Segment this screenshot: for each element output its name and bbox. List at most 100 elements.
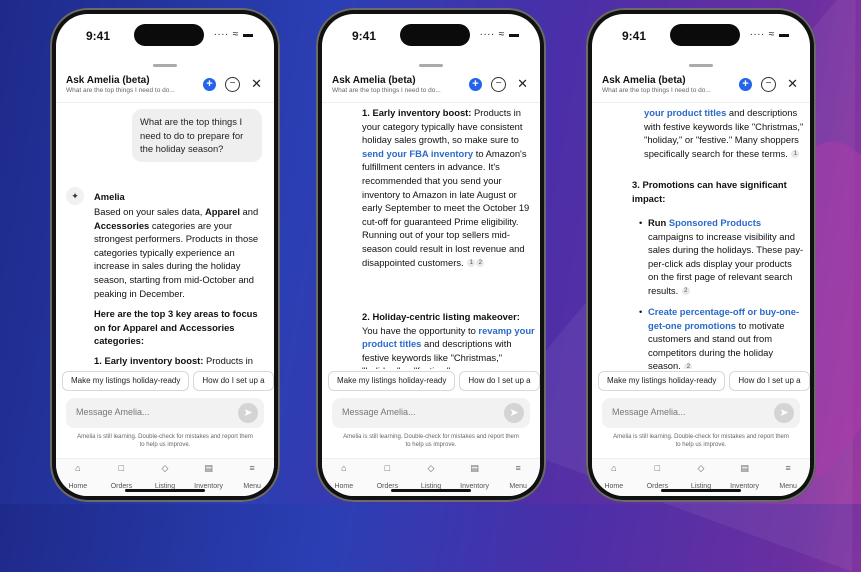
- message-input[interactable]: Message Amelia... ➤: [332, 398, 530, 428]
- citation-badge[interactable]: 1: [791, 150, 800, 159]
- orders-icon: □: [384, 463, 391, 473]
- signal-wifi-battery-icon: ∙∙∙∙ ≈ ▬: [749, 29, 790, 40]
- disclaimer-text: Amelia is still learning. Double-check f…: [613, 434, 789, 448]
- suggestion-chip[interactable]: How do I set up a: [459, 371, 540, 391]
- minimize-icon[interactable]: −: [225, 77, 240, 92]
- new-chat-plus-icon[interactable]: +: [739, 78, 752, 91]
- amelia-response-paragraph: Based on your sales data, Apparel and Ac…: [94, 206, 259, 299]
- suggestion-chips: Make my listings holiday-ready How do I s…: [62, 370, 274, 391]
- chat-header: Ask Amelia (beta) What are the top thing…: [322, 72, 540, 103]
- tab-home[interactable]: ⌂ Home: [56, 459, 100, 496]
- amelia-bullet-item: • Run Sponsored Products campaigns to inc…: [639, 217, 804, 296]
- tab-menu[interactable]: ≡ Menu: [230, 459, 274, 496]
- send-icon[interactable]: ➤: [774, 403, 794, 423]
- status-bar: 9:41 ∙∙∙∙ ≈ ▬: [592, 14, 810, 50]
- signal-wifi-battery-icon: ∙∙∙∙ ≈ ▬: [479, 29, 520, 40]
- citation-badge[interactable]: 2: [681, 287, 690, 296]
- status-time: 9:41: [86, 29, 111, 43]
- suggestion-chip[interactable]: How do I set up a: [193, 371, 274, 391]
- amelia-name: Amelia: [94, 191, 125, 202]
- menu-icon: ≡: [515, 463, 521, 473]
- disclaimer-text: Amelia is still learning. Double-check f…: [343, 434, 519, 448]
- phone-screen: 9:41 ∙∙∙∙ ≈ ▬ Ask Amelia (beta) What are…: [592, 14, 810, 496]
- message-input[interactable]: Message Amelia... ➤: [66, 398, 264, 428]
- suggestion-chip[interactable]: How do I set up a: [729, 371, 810, 391]
- chat-subtitle: What are the top things I need to do...: [332, 87, 441, 94]
- suggestion-chips: Make my listings holiday-ready How do I s…: [598, 370, 810, 391]
- message-input[interactable]: Message Amelia... ➤: [602, 398, 800, 428]
- chat-title: Ask Amelia (beta): [332, 75, 416, 86]
- phone-screen: 9:41 ∙∙∙∙ ≈ ▬ Ask Amelia (beta) What are…: [322, 14, 540, 496]
- disclaimer-text: Amelia is still learning. Double-check f…: [77, 434, 253, 448]
- sheet-handle[interactable]: [689, 64, 713, 67]
- chat-header: Ask Amelia (beta) What are the top thing…: [592, 72, 810, 103]
- tag-icon: ◇: [427, 463, 435, 473]
- suggestion-chip[interactable]: Make my listings holiday-ready: [328, 371, 456, 391]
- home-icon: ⌂: [341, 463, 347, 473]
- minimize-icon[interactable]: −: [491, 77, 506, 92]
- home-indicator: [661, 489, 741, 492]
- minimize-icon[interactable]: −: [761, 77, 776, 92]
- chat-header: Ask Amelia (beta) What are the top thing…: [56, 72, 274, 103]
- send-icon[interactable]: ➤: [238, 403, 258, 423]
- menu-icon: ≡: [785, 463, 791, 473]
- amelia-list-item: 1. Early inventory boost: Products in yo…: [94, 355, 253, 369]
- bullet: •: [639, 306, 643, 317]
- sponsored-products-link[interactable]: Sponsored Products: [669, 217, 761, 228]
- citation-badge[interactable]: 2: [476, 259, 485, 268]
- sheet-handle[interactable]: [419, 64, 443, 67]
- chat-title: Ask Amelia (beta): [66, 75, 150, 86]
- inventory-icon: ▤: [740, 463, 749, 473]
- amelia-bullet-item: • Create percentage-off or buy-one-get-on…: [639, 306, 800, 369]
- close-icon[interactable]: ✕: [787, 76, 798, 92]
- tab-menu[interactable]: ≡ Menu: [496, 459, 540, 496]
- send-fba-inventory-link[interactable]: send your FBA inventory: [362, 148, 473, 159]
- bullet: •: [639, 217, 643, 228]
- citation-badge[interactable]: 1: [467, 259, 476, 268]
- inventory-icon: ▤: [470, 463, 479, 473]
- message-placeholder: Message Amelia...: [76, 407, 150, 417]
- chat-title: Ask Amelia (beta): [602, 75, 686, 86]
- close-icon[interactable]: ✕: [517, 76, 528, 92]
- chat-subtitle: What are the top things I need to do...: [66, 87, 175, 94]
- menu-icon: ≡: [249, 463, 255, 473]
- new-chat-plus-icon[interactable]: +: [469, 78, 482, 91]
- close-icon[interactable]: ✕: [251, 76, 262, 92]
- sheet-handle[interactable]: [153, 64, 177, 67]
- send-icon[interactable]: ➤: [504, 403, 524, 423]
- tab-menu[interactable]: ≡ Menu: [766, 459, 810, 496]
- message-placeholder: Message Amelia...: [342, 407, 416, 417]
- orders-icon: □: [118, 463, 125, 473]
- amelia-list-item: 2. Holiday-centric listing makeover: You…: [362, 311, 535, 369]
- new-chat-plus-icon[interactable]: +: [203, 78, 216, 91]
- phone-frame-2: 9:41 ∙∙∙∙ ≈ ▬ Ask Amelia (beta) What are…: [316, 8, 546, 502]
- home-indicator: [125, 489, 205, 492]
- tab-home[interactable]: ⌂ Home: [592, 459, 636, 496]
- signal-wifi-battery-icon: ∙∙∙∙ ≈ ▬: [213, 29, 254, 40]
- orders-icon: □: [654, 463, 661, 473]
- suggestion-chip[interactable]: Make my listings holiday-ready: [62, 371, 190, 391]
- amelia-list-item-continued: your product titles and descriptions wit…: [644, 107, 804, 159]
- home-indicator: [391, 489, 471, 492]
- tab-home[interactable]: ⌂ Home: [322, 459, 366, 496]
- suggestion-chip[interactable]: Make my listings holiday-ready: [598, 371, 726, 391]
- inventory-icon: ▤: [204, 463, 213, 473]
- phone-screen: 9:41 ∙∙∙∙ ≈ ▬ Ask Amelia (beta) What are…: [56, 14, 274, 496]
- status-time: 9:41: [352, 29, 377, 43]
- citation-badge[interactable]: 2: [684, 362, 693, 369]
- chat-body[interactable]: 1. Early inventory boost: Products in yo…: [322, 104, 540, 369]
- chat-body[interactable]: your product titles and descriptions wit…: [592, 104, 810, 369]
- tag-icon: ◇: [697, 463, 705, 473]
- status-bar: 9:41 ∙∙∙∙ ≈ ▬: [56, 14, 274, 50]
- chat-body[interactable]: What are the top things I need to do to …: [56, 104, 274, 369]
- sparkle-icon: ✦: [66, 187, 84, 205]
- amelia-list-item: 3. Promotions can have significant impac…: [632, 179, 787, 204]
- tag-icon: ◇: [161, 463, 169, 473]
- phone-frame-1: 9:41 ∙∙∙∙ ≈ ▬ Ask Amelia (beta) What are…: [50, 8, 280, 502]
- suggestion-chips: Make my listings holiday-ready How do I s…: [328, 370, 540, 391]
- status-time: 9:41: [622, 29, 647, 43]
- dynamic-island: [400, 24, 470, 46]
- amelia-focus-heading: Here are the top 3 key areas to focus on…: [94, 308, 258, 347]
- product-titles-link[interactable]: your product titles: [644, 107, 726, 118]
- dynamic-island: [134, 24, 204, 46]
